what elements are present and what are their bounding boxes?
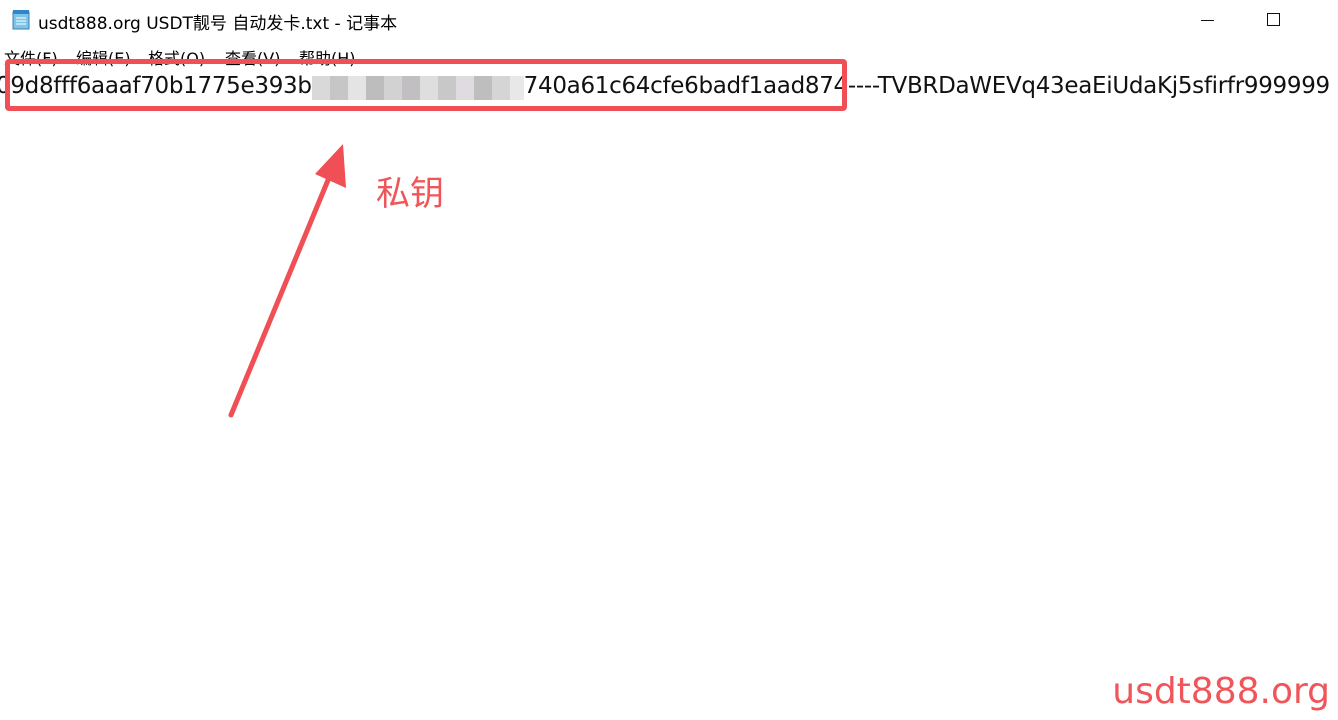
text-editor-area[interactable]: 09d8fff6aaaf70b1775e393b 740a61c64cfe6ba… bbox=[0, 70, 1338, 720]
private-key-highlight-box bbox=[5, 59, 847, 111]
minimize-button[interactable] bbox=[1182, 0, 1232, 42]
watermark: usdt888.org bbox=[1112, 671, 1330, 712]
maximize-button[interactable] bbox=[1250, 0, 1300, 42]
private-key-annotation: 私钥 bbox=[376, 174, 444, 214]
notepad-window: usdt888.org USDT靓号 自动发卡.txt - 记事本 文件(F) … bbox=[0, 0, 1338, 720]
wallet-address: ----TVBRDaWEVq43eaEiUdaKj5sfirfr999999 bbox=[847, 73, 1330, 99]
window-title: usdt888.org USDT靓号 自动发卡.txt - 记事本 bbox=[38, 14, 398, 34]
title-bar[interactable]: usdt888.org USDT靓号 自动发卡.txt - 记事本 bbox=[0, 0, 1338, 42]
notepad-icon bbox=[12, 10, 30, 30]
